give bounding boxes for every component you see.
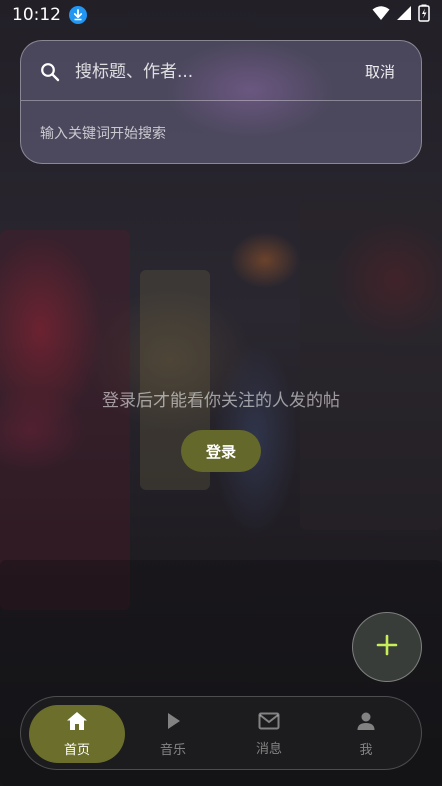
search-panel: 取消 输入关键词开始搜索 bbox=[20, 40, 422, 164]
battery-icon bbox=[418, 4, 430, 26]
search-icon bbox=[40, 62, 60, 82]
download-icon bbox=[69, 6, 87, 24]
divider bbox=[21, 100, 421, 101]
nav-item-me[interactable]: 我 bbox=[318, 697, 414, 771]
search-bar: 取消 bbox=[21, 41, 421, 101]
play-icon bbox=[163, 711, 183, 735]
signal-icon bbox=[396, 5, 412, 25]
home-icon bbox=[66, 711, 88, 735]
cancel-button[interactable]: 取消 bbox=[365, 61, 395, 82]
plus-icon bbox=[376, 634, 398, 660]
empty-state-message: 登录后才能看你关注的人发的帖 bbox=[102, 391, 340, 411]
person-icon bbox=[356, 711, 376, 735]
wifi-icon bbox=[372, 5, 390, 25]
nav-item-messages[interactable]: 消息 bbox=[221, 697, 317, 771]
search-input[interactable] bbox=[75, 59, 345, 85]
nav-label: 消息 bbox=[255, 741, 282, 757]
bottom-navigation: 首页 音乐 消息 我 bbox=[20, 696, 422, 770]
search-hint: 输入关键词开始搜索 bbox=[40, 126, 166, 142]
login-button[interactable]: 登录 bbox=[181, 430, 261, 472]
add-post-button[interactable] bbox=[352, 612, 422, 682]
status-time: 10:12 bbox=[12, 5, 61, 25]
nav-label: 我 bbox=[359, 742, 373, 758]
nav-label: 首页 bbox=[63, 742, 90, 758]
nav-label: 音乐 bbox=[159, 742, 186, 758]
nav-item-music[interactable]: 音乐 bbox=[125, 697, 221, 771]
nav-item-home[interactable]: 首页 bbox=[29, 697, 125, 771]
status-bar: 10:12 bbox=[0, 0, 442, 30]
mail-icon bbox=[258, 712, 280, 734]
